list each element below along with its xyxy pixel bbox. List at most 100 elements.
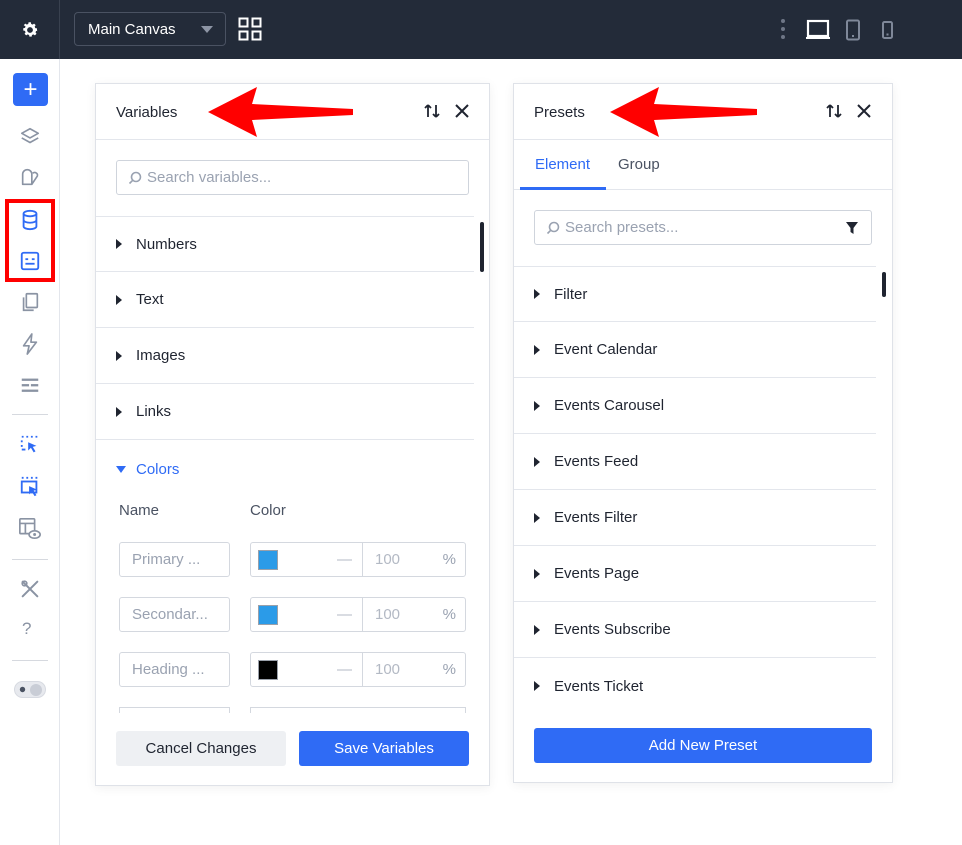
color-value-input[interactable]: — 100 % [250,542,466,577]
preset-label: Events Feed [554,453,639,470]
preset-list-item[interactable]: Filter [514,266,876,322]
multi-select-button[interactable] [18,475,42,499]
hex-placeholder: — [337,661,352,678]
color-swatch[interactable] [258,550,278,570]
sidebar-divider [12,660,48,661]
tab-group[interactable]: Group [618,156,660,173]
help-icon[interactable]: ? [22,619,31,639]
panel-title: Variables [116,104,178,121]
mobile-icon [881,20,893,39]
opacity-unit: % [442,551,456,568]
variable-name-input[interactable] [119,707,230,713]
variable-name-input[interactable]: Primary ... [119,542,230,577]
opacity-value[interactable]: 100 [375,606,400,623]
sun-icon [19,686,26,693]
presets-search-input[interactable]: Search presets... [534,210,872,245]
preset-list-item[interactable]: Events Ticket [514,658,876,714]
select-cursor-icon [20,435,38,453]
caret-right-icon [534,681,540,691]
variable-section-row[interactable]: Text [96,272,474,328]
close-icon[interactable] [452,101,472,121]
preset-label: Filter [554,285,588,303]
add-new-preset-button[interactable]: Add New Preset [534,728,872,763]
mobile-view-button[interactable] [876,0,898,59]
tablet-view-button[interactable] [840,0,866,59]
variable-section-row[interactable]: Links [96,384,474,440]
preset-label: Events Filter [554,509,638,526]
opacity-value[interactable]: 100 [375,551,400,568]
tab-element[interactable]: Element [535,156,590,173]
variable-section-row[interactable]: Images [96,328,474,384]
toggle-knob [30,684,42,696]
preset-list-item[interactable]: Events Carousel [514,378,876,434]
style-button[interactable] [18,165,42,189]
variable-name-input[interactable]: Secondar... [119,597,230,632]
filter-icon[interactable] [845,221,859,235]
grid-icon[interactable] [238,17,262,41]
sort-icon[interactable] [824,101,844,121]
cancel-changes-button[interactable]: Cancel Changes [116,731,286,766]
caret-right-icon [534,568,540,579]
canvas-select-value: Main Canvas [88,20,176,38]
close-icon[interactable] [854,101,874,121]
layout-eye-icon [19,518,41,540]
variables-panel: Variables Search variables... Numbers Te… [95,83,490,786]
layers-button[interactable] [18,125,42,149]
scrollbar[interactable] [480,222,484,272]
caret-right-icon [534,512,540,523]
more-vertical-icon[interactable] [780,18,786,40]
preset-label: Events Page [554,565,640,582]
section-label: Images [136,347,186,364]
column-header-color: Color [250,502,286,519]
color-swatch[interactable] [258,660,278,680]
caret-right-icon [116,350,122,361]
preview-button[interactable] [18,517,42,541]
preset-list-item[interactable]: Events Page [514,546,876,602]
color-value-input[interactable]: — 100 % [250,597,466,632]
gear-icon [22,21,38,37]
preset-list-item[interactable]: Event Calendar [514,322,876,378]
section-label: Numbers [136,235,197,253]
colors-section-header[interactable]: Colors [116,461,179,478]
preset-list-item[interactable]: Events Subscribe [514,602,876,658]
paint-brush-icon [21,168,39,186]
layers-icon [20,127,40,144]
add-element-button[interactable]: + [13,73,48,106]
caret-down-icon [201,26,213,33]
tools-button[interactable] [18,577,42,601]
settings-button[interactable] [0,0,60,59]
caret-down-icon [116,466,126,473]
color-swatch[interactable] [258,605,278,625]
opacity-value[interactable]: 100 [375,661,400,678]
desktop-icon [806,19,830,39]
section-lines-icon [21,378,39,392]
presets-panel: Presets Element Group Search presets... … [513,83,893,783]
preset-list-item[interactable]: Events Feed [514,434,876,490]
desktop-view-button[interactable] [802,0,834,59]
caret-right-icon [534,344,540,355]
pages-button[interactable] [18,290,42,314]
scrollbar[interactable] [882,272,886,297]
interactions-button[interactable] [18,332,42,356]
color-value-input[interactable]: — 100 % [250,652,466,687]
save-variables-button[interactable]: Save Variables [299,731,469,766]
templates-button[interactable] [18,373,42,397]
preset-list-item[interactable]: Events Filter [514,490,876,546]
canvas-select[interactable]: Main Canvas [74,12,226,46]
sort-icon[interactable] [422,101,442,121]
copy-icon [22,292,39,312]
variable-name-input[interactable]: Heading ... [119,652,230,687]
theme-toggle[interactable] [14,681,46,698]
caret-right-icon [116,406,122,417]
multi-select-icon [20,476,38,497]
variable-section-row[interactable]: Numbers [96,216,474,272]
opacity-unit: % [442,606,456,623]
section-label: Text [136,291,164,308]
variables-search-input[interactable]: Search variables... [116,160,469,195]
selection-tool-button[interactable] [18,433,42,457]
annotation-arrow-icon [208,87,353,137]
column-header-name: Name [119,502,160,519]
preset-label: Event Calendar [554,341,658,358]
top-bar: Main Canvas [0,0,962,59]
color-value-input[interactable] [250,707,466,713]
